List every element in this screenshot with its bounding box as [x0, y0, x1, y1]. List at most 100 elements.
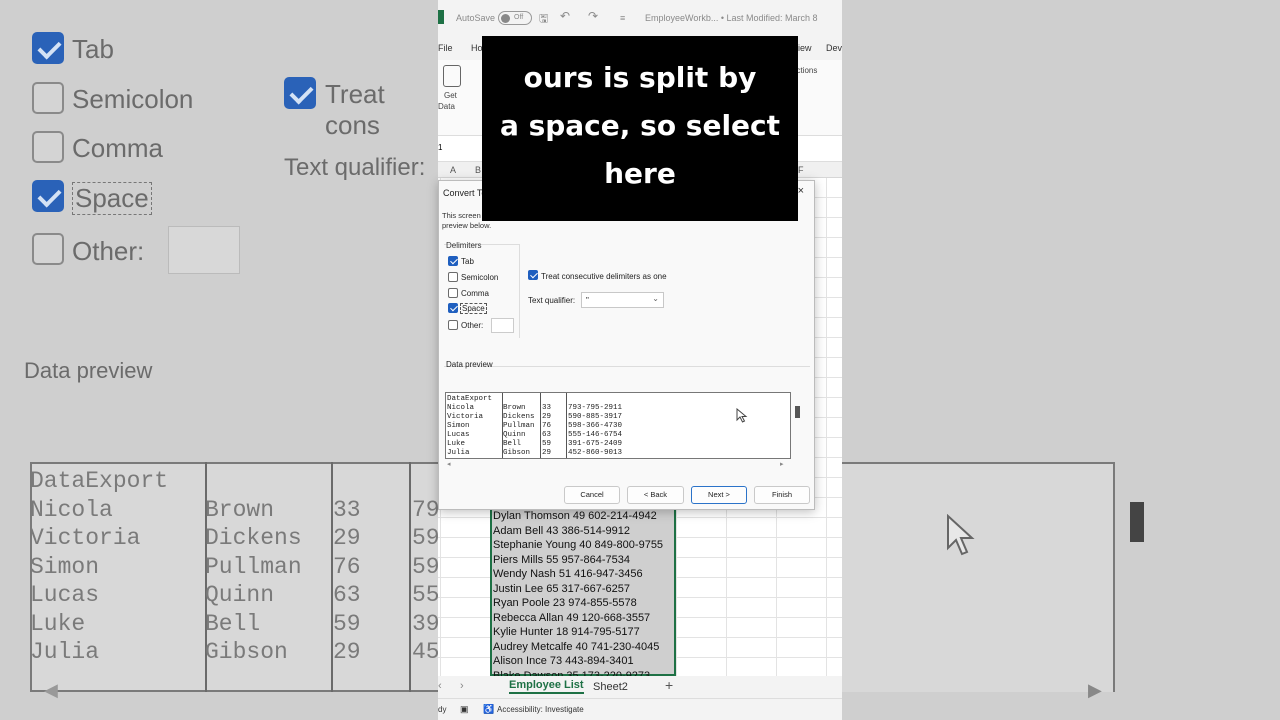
other-label[interactable]: Other: [461, 321, 483, 330]
bg-other-input [168, 226, 240, 274]
save-icon[interactable]: 🖫 [539, 10, 548, 29]
semicolon-label[interactable]: Semicolon [461, 273, 498, 282]
bg-preview-cell: 63 [333, 582, 361, 608]
column-break-line[interactable] [566, 393, 567, 458]
autosave-toggle[interactable]: Off [498, 11, 532, 25]
name-box[interactable]: 1 [438, 143, 442, 152]
preview-cell: 76 [542, 422, 552, 430]
title-bar: AutoSave Off 🖫 ↶ ↷ ≡ EmployeeWorkb... • … [438, 0, 842, 34]
undo-icon[interactable]: ↶ [560, 9, 570, 23]
bg-space-checkbox [32, 180, 64, 212]
bg-preview-right [842, 462, 1115, 692]
bg-preview-cell: 59 [412, 525, 440, 551]
other-checkbox[interactable] [448, 320, 458, 330]
bg-preview-cell: 59 [412, 553, 440, 580]
macro-icon[interactable]: ▣ [460, 704, 469, 715]
text-qualifier-value: " [586, 296, 589, 305]
preview-horizontal-scrollbar[interactable]: ◂ ▸ [445, 460, 791, 470]
preview-cell: Bell [503, 440, 522, 448]
comma-checkbox[interactable] [448, 288, 458, 298]
employee-row[interactable]: Rebecca Allan 49 120-668-3557 [493, 612, 650, 624]
treat-consecutive-checkbox[interactable] [528, 270, 538, 280]
sheet-next-icon[interactable]: › [460, 680, 464, 692]
status-bar: dy ▣ ♿ Accessibility: Investigate [438, 698, 842, 720]
text-qualifier-select[interactable]: " ⌄ [581, 292, 664, 308]
tab-checkbox[interactable] [448, 256, 458, 266]
get-data-label[interactable]: Get [444, 91, 457, 100]
preview-cell: Luke [447, 440, 466, 448]
get-data-icon[interactable] [443, 65, 461, 87]
bg-preview-cell: Dickens [205, 525, 302, 551]
employee-row[interactable]: Stephanie Young 40 849-800-9755 [493, 539, 663, 551]
bg-preview-cell: 29 [333, 639, 361, 665]
semicolon-checkbox[interactable] [448, 272, 458, 282]
tab-file[interactable]: File [438, 43, 453, 53]
tab-label[interactable]: Tab [461, 257, 474, 266]
bg-cursor-icon [947, 514, 975, 556]
column-header-b[interactable]: B [475, 165, 481, 175]
mouse-cursor-icon [736, 408, 748, 423]
tab-employee-list[interactable]: Employee List [509, 679, 584, 694]
text-qualifier-label: Text qualifier: [528, 296, 576, 305]
add-sheet-icon[interactable]: + [665, 677, 673, 693]
bg-preview-cell: 76 [333, 553, 361, 580]
other-delimiter-input[interactable] [491, 318, 514, 333]
tab-home[interactable]: Ho [471, 43, 483, 53]
bg-preview-cell: 59 [333, 610, 361, 637]
column-break-line[interactable] [540, 393, 541, 458]
bg-space-label: Space [72, 182, 152, 215]
sheet-prev-icon[interactable]: ‹ [438, 680, 442, 692]
get-data-label-2[interactable]: Data [438, 102, 455, 111]
employee-row[interactable]: Kylie Hunter 18 914-795-5177 [493, 626, 640, 638]
employee-row[interactable]: Audrey Metcalfe 40 741-230-4045 [493, 641, 659, 653]
employee-row[interactable]: Adam Bell 43 386-514-9912 [493, 525, 630, 537]
data-preview-box[interactable]: DataExport Nicola Victoria Simon Lucas Luke Ju… [445, 392, 791, 459]
bg-comma-label: Comma [72, 133, 164, 163]
bg-semicolon-label: Semicolon [72, 84, 194, 114]
accessibility-icon[interactable]: ♿ [483, 704, 494, 715]
finish-button[interactable]: Finish [754, 486, 810, 504]
employee-row[interactable]: Justin Lee 65 317-667-6257 [493, 583, 630, 595]
scroll-left-icon[interactable]: ◂ [447, 460, 451, 468]
preview-vertical-scrollbar[interactable] [795, 406, 800, 418]
column-header-f[interactable]: F [798, 165, 804, 175]
employee-row[interactable]: Alison Ince 73 443-894-3401 [493, 655, 634, 667]
tab-view[interactable]: iew [798, 43, 812, 53]
customize-icon[interactable]: ≡ [620, 13, 625, 23]
data-preview-label: Data preview [446, 360, 493, 369]
employee-row[interactable]: Ryan Poole 23 974-855-5578 [493, 597, 637, 609]
bg-comma-checkbox [32, 131, 64, 163]
close-icon[interactable]: × [798, 185, 804, 197]
sheet-tabs: ‹ › Employee List Sheet2 + [438, 676, 842, 698]
bg-data-preview-label: Data preview [24, 358, 153, 383]
tab-sheet2[interactable]: Sheet2 [593, 681, 628, 693]
bg-preview-cell: DataExport [30, 468, 169, 494]
employee-row[interactable]: Wendy Nash 51 416-947-3456 [493, 568, 643, 580]
file-name[interactable]: EmployeeWorkb... • Last Modified: March … [645, 13, 818, 23]
next-button[interactable]: Next > [691, 486, 747, 504]
bg-preview-divider [409, 462, 411, 692]
redo-icon[interactable]: ↷ [588, 9, 598, 23]
accessibility-status[interactable]: Accessibility: Investigate [497, 705, 584, 714]
bg-preview-cell: Brown [205, 496, 275, 523]
space-label[interactable]: Space [460, 303, 487, 314]
column-header-a[interactable]: A [450, 165, 456, 175]
bg-treat-label: Treat cons [325, 79, 385, 140]
preview-cell: Julia [447, 449, 470, 457]
bg-treat-checkbox [284, 77, 316, 109]
bg-preview-cell: 55 [412, 582, 440, 608]
bg-preview-cell: Pullman [205, 553, 302, 580]
caption-line-1: ours is split by [523, 61, 757, 94]
tab-developer[interactable]: Dev [826, 43, 842, 53]
comma-label[interactable]: Comma [461, 289, 489, 298]
back-button[interactable]: < Back [627, 486, 684, 504]
space-checkbox[interactable] [448, 303, 458, 313]
treat-consecutive-label[interactable]: Treat consecutive delimiters as one [541, 272, 667, 281]
scroll-right-icon[interactable]: ▸ [780, 460, 784, 468]
cancel-button[interactable]: Cancel [564, 486, 620, 504]
employee-row[interactable]: Piers Mills 55 957-864-7534 [493, 554, 630, 566]
convert-text-dialog: Convert Te × This screen preview below. … [438, 180, 815, 510]
employee-row[interactable]: Dylan Thomson 49 602-214-4942 [493, 510, 657, 522]
bg-text-qualifier: Text qualifier: [284, 154, 426, 181]
bg-preview-cell: Gibson [205, 639, 288, 665]
